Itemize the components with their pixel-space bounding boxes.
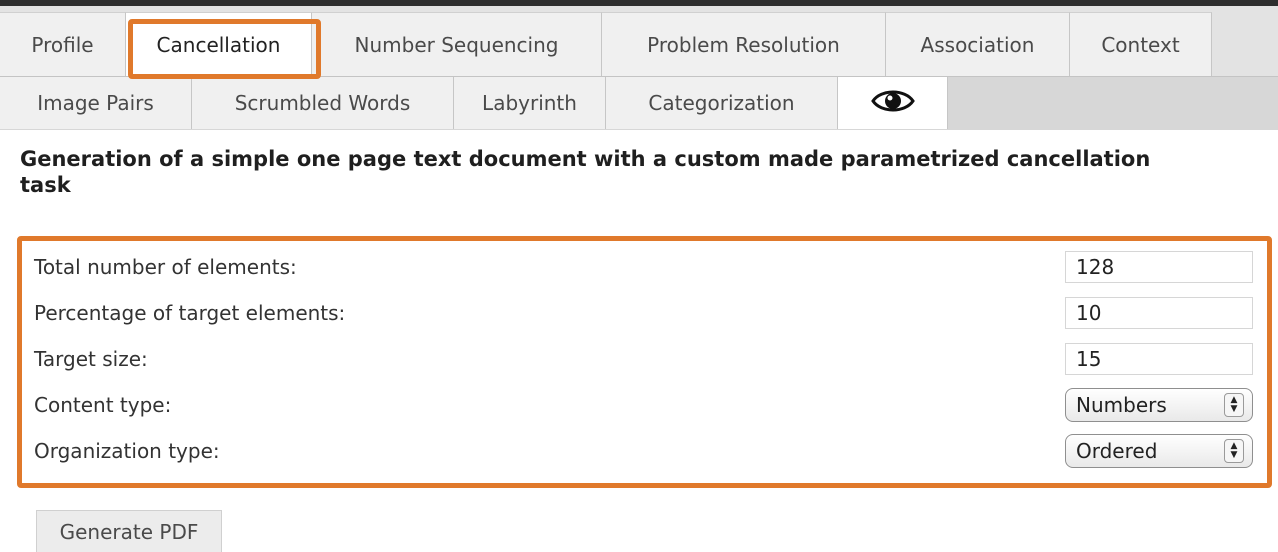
tab-categorization-label: Categorization xyxy=(648,91,795,115)
content-type-label: Content type: xyxy=(34,393,172,417)
generate-pdf-button[interactable]: Generate PDF xyxy=(36,510,222,552)
tab-problem-resolution-label: Problem Resolution xyxy=(647,32,840,57)
row-target-percentage: Percentage of target elements: xyxy=(34,291,1253,335)
tab-profile-label: Profile xyxy=(31,32,94,57)
organization-type-label: Organization type: xyxy=(34,439,220,463)
target-percentage-input[interactable] xyxy=(1065,297,1253,329)
tab-bar: Profile Cancellation Number Sequencing P… xyxy=(0,0,1278,130)
tab-labyrinth[interactable]: Labyrinth xyxy=(454,77,606,129)
target-size-label: Target size: xyxy=(34,347,148,371)
tab-scrumbled-words-label: Scrumbled Words xyxy=(234,91,411,115)
tab-image-pairs-label: Image Pairs xyxy=(37,91,154,115)
tab-cancellation-label: Cancellation xyxy=(156,32,281,57)
select-arrows-icon: ▲ ▼ xyxy=(1224,393,1244,417)
tab-profile[interactable]: Profile xyxy=(0,12,126,76)
generate-pdf-label: Generate PDF xyxy=(59,519,199,544)
tab-context[interactable]: Context xyxy=(1070,12,1212,76)
content-type-value: Numbers xyxy=(1076,393,1167,417)
select-arrows-icon: ▲ ▼ xyxy=(1224,439,1244,463)
tab-image-pairs[interactable]: Image Pairs xyxy=(0,77,192,129)
target-size-input[interactable] xyxy=(1065,343,1253,375)
total-elements-input[interactable] xyxy=(1065,251,1253,283)
organization-type-value: Ordered xyxy=(1076,439,1158,463)
tab-context-label: Context xyxy=(1101,32,1180,57)
tab-preview[interactable] xyxy=(838,77,948,129)
tab-association-label: Association xyxy=(920,32,1035,57)
tab-problem-resolution[interactable]: Problem Resolution xyxy=(602,12,886,76)
tab-row-secondary: Image Pairs Scrumbled Words Labyrinth Ca… xyxy=(0,76,1278,130)
page-description: Generation of a simple one page text doc… xyxy=(20,147,1151,197)
eye-icon xyxy=(870,87,915,120)
tab-cancellation[interactable]: Cancellation xyxy=(126,12,312,76)
tab-number-sequencing-label: Number Sequencing xyxy=(354,32,559,57)
target-percentage-label: Percentage of target elements: xyxy=(34,301,346,325)
row-target-size: Target size: xyxy=(34,337,1253,381)
tab-row-primary: Profile Cancellation Number Sequencing P… xyxy=(0,6,1278,76)
row-organization-type: Organization type: Ordered ▲ ▼ xyxy=(34,429,1253,473)
total-elements-label: Total number of elements: xyxy=(34,255,297,279)
parameters-form: Total number of elements: Percentage of … xyxy=(17,236,1272,488)
row-content-type: Content type: Numbers ▲ ▼ xyxy=(34,383,1253,427)
tab-scrumbled-words[interactable]: Scrumbled Words xyxy=(192,77,454,129)
content-type-select[interactable]: Numbers ▲ ▼ xyxy=(1065,388,1253,422)
tab-categorization[interactable]: Categorization xyxy=(606,77,838,129)
tab-number-sequencing[interactable]: Number Sequencing xyxy=(312,12,602,76)
row-total-elements: Total number of elements: xyxy=(34,245,1253,289)
tab-association[interactable]: Association xyxy=(886,12,1070,76)
tab-labyrinth-label: Labyrinth xyxy=(482,91,577,115)
organization-type-select[interactable]: Ordered ▲ ▼ xyxy=(1065,434,1253,468)
